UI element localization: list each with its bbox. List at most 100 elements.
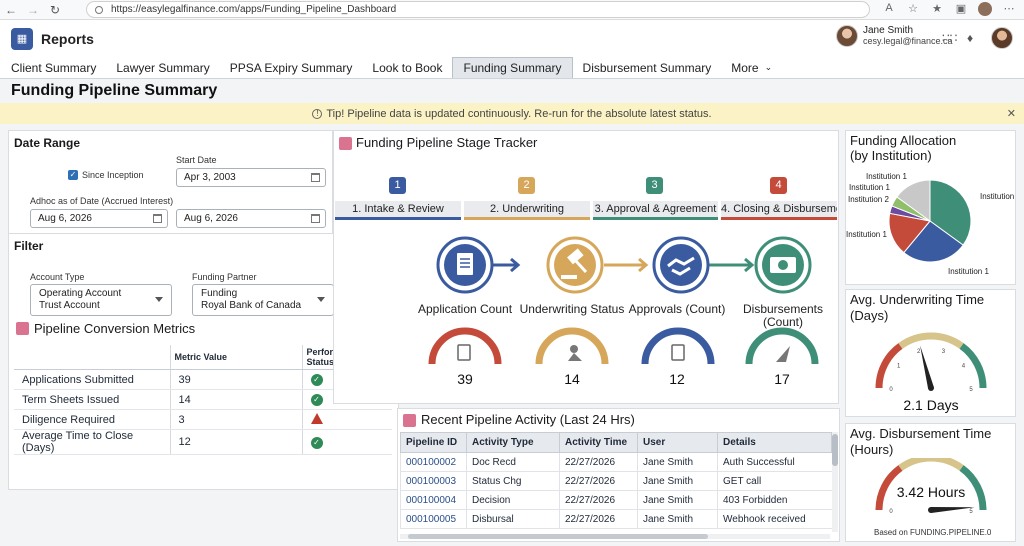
- browser-menu-icon[interactable]: ⋯: [1002, 2, 1016, 16]
- disbursements-count-caption: Disbursements (Count): [742, 302, 824, 329]
- metric-name: Average Time to Close (Days): [14, 429, 170, 455]
- gavel-icon: [546, 236, 604, 294]
- gauge-hub: [928, 385, 934, 391]
- application-count-value: 39: [457, 371, 473, 387]
- underwriting-title-line1: Avg. Underwriting Time: [850, 292, 985, 307]
- gauge-tick-label: 4: [962, 363, 966, 369]
- extensions-icon[interactable]: ★: [930, 2, 944, 16]
- check-circle-icon: ✓: [310, 394, 323, 406]
- stage-3-label[interactable]: 3. Approval & Agreement: [593, 201, 718, 220]
- disbursement-title-line1: Avg. Disbursement Time: [850, 426, 992, 441]
- pie-label: Institution 1: [846, 230, 887, 239]
- underwriting-title-line2: (Days): [850, 308, 889, 323]
- list-icon: [403, 414, 416, 427]
- info-icon: !: [312, 108, 323, 119]
- tab-lawyer-summary[interactable]: Lawyer Summary: [106, 57, 219, 78]
- tab-disbursement-summary[interactable]: Disbursement Summary: [573, 57, 722, 78]
- approvals-count-value: 12: [669, 371, 685, 387]
- disbursements-count-gauge: [745, 327, 819, 365]
- funding-partner-option: Funding: [201, 288, 238, 299]
- favorite-icon[interactable]: ☆: [906, 2, 920, 16]
- tab-look-to-book[interactable]: Look to Book: [362, 57, 452, 78]
- table-row[interactable]: 000100003 Status Chg 22/27/2026 Jane Smi…: [400, 471, 832, 491]
- approvals-count-gauge: [641, 327, 715, 365]
- col-details[interactable]: Details: [717, 432, 832, 453]
- pie-label: Institution: [980, 192, 1015, 201]
- gauge-tick-label: 5: [969, 387, 973, 393]
- calendar-icon[interactable]: [311, 173, 320, 182]
- calendar-icon[interactable]: [311, 214, 320, 223]
- col-activity-type[interactable]: Activity Type: [466, 432, 560, 453]
- notification-bell-icon[interactable]: ♦: [967, 31, 973, 45]
- bank-icon: [339, 137, 352, 150]
- details-cell: 403 Forbidden: [717, 490, 832, 510]
- clipboard-icon: [457, 344, 471, 361]
- dropdown-arrow-icon[interactable]: [317, 297, 325, 302]
- table-row[interactable]: 000100005 Disbursal 22/27/2026 Jane Smit…: [400, 509, 832, 529]
- pipeline-id-cell[interactable]: 000100005: [400, 509, 467, 529]
- dropdown-arrow-icon[interactable]: [155, 297, 163, 302]
- col-user[interactable]: User: [637, 432, 718, 453]
- metric-value: 12: [169, 429, 302, 455]
- horizontal-scrollbar[interactable]: [400, 534, 830, 539]
- close-icon[interactable]: ✕: [1007, 107, 1016, 120]
- stage-4-label[interactable]: 4. Closing & Disbursement: [721, 201, 837, 220]
- site-info-icon[interactable]: [95, 5, 103, 14]
- start-date-value: Apr 3, 2003: [184, 172, 236, 183]
- address-bar[interactable]: https://easylegalfinance.com/apps/Fundin…: [86, 1, 870, 18]
- user-check-icon: [568, 353, 582, 361]
- adhoc-date-field[interactable]: Aug 6, 2026: [30, 209, 168, 228]
- metrics-col-value: Metric Value: [169, 345, 302, 370]
- profile-avatar[interactable]: [978, 2, 992, 16]
- details-cell: Auth Successful: [717, 452, 832, 472]
- stage-1-number: 1: [389, 177, 406, 194]
- account-type-select[interactable]: Operating Account Trust Account: [30, 284, 172, 316]
- reload-icon[interactable]: ↻: [44, 0, 66, 20]
- since-inception-checkbox[interactable]: ✓: [68, 170, 78, 180]
- user-avatar[interactable]: [836, 25, 858, 47]
- table-row[interactable]: 000100004 Decision 22/27/2026 Jane Smith…: [400, 490, 832, 510]
- metrics-col-name: [14, 345, 170, 370]
- approvals-count-caption: Approvals (Count): [628, 302, 726, 316]
- table-row[interactable]: 000100002 Doc Recd 22/27/2026 Jane Smith…: [400, 452, 832, 472]
- calendar-icon[interactable]: [153, 214, 162, 223]
- check-circle-icon: ✓: [310, 374, 323, 386]
- tab-client-summary[interactable]: Client Summary: [1, 57, 106, 78]
- tab-funding-summary[interactable]: Funding Summary: [452, 57, 573, 78]
- end-date-field[interactable]: Aug 6, 2026: [176, 209, 326, 228]
- adhoc-date-label: Adhoc as of Date (Accrued Interest): [30, 196, 174, 206]
- stage-2-label[interactable]: 2. Underwriting: [464, 201, 590, 220]
- activity-table: Pipeline ID Activity Type Activity Time …: [400, 432, 832, 529]
- pie-label: Institution 1: [948, 267, 989, 276]
- tab-ppsa-expiry-summary[interactable]: PPSA Expiry Summary: [220, 57, 363, 78]
- pipeline-id-cell[interactable]: 000100004: [400, 490, 467, 510]
- check-circle-icon: ✓: [310, 436, 323, 449]
- collections-icon[interactable]: ▣: [954, 2, 968, 16]
- funding-partner-select[interactable]: Funding Royal Bank of Canada: [192, 284, 334, 316]
- col-activity-time[interactable]: Activity Time: [559, 432, 638, 453]
- back-icon[interactable]: ←: [0, 0, 22, 20]
- activity-title: Recent Pipeline Activity (Last 24 Hrs): [421, 412, 635, 427]
- start-date-field[interactable]: Apr 3, 2003: [176, 168, 326, 187]
- col-pipeline-id[interactable]: Pipeline ID: [400, 432, 467, 453]
- pipeline-id-cell[interactable]: 000100003: [400, 471, 467, 491]
- read-aloud-icon[interactable]: A: [882, 2, 896, 16]
- activity-type-cell: Disbursal: [466, 509, 560, 529]
- account-avatar[interactable]: [991, 27, 1013, 49]
- metric-name: Diligence Required: [14, 409, 170, 430]
- disbursement-title-line2: (Hours): [850, 442, 894, 457]
- allocation-pie-chart: [888, 179, 972, 263]
- vertical-scrollbar[interactable]: [832, 432, 838, 532]
- app-grid-icon[interactable]: ∷∷: [942, 31, 957, 45]
- flow-arrow: [708, 257, 755, 273]
- funding-partner-label: Funding Partner: [192, 272, 257, 282]
- pie-label: Institution 2: [848, 195, 889, 204]
- tab-more[interactable]: More ⌄: [721, 57, 782, 78]
- pie-label: Institution 1: [849, 183, 890, 192]
- stage-1-label[interactable]: 1. Intake & Review: [335, 201, 461, 220]
- gauge-band: [898, 458, 964, 471]
- user-name: Jane Smith: [863, 25, 914, 36]
- pipeline-id-cell[interactable]: 000100002: [400, 452, 467, 472]
- user-profile[interactable]: Jane Smith cesy.legal@finance.ca: [836, 25, 953, 47]
- forward-icon[interactable]: →: [22, 0, 44, 20]
